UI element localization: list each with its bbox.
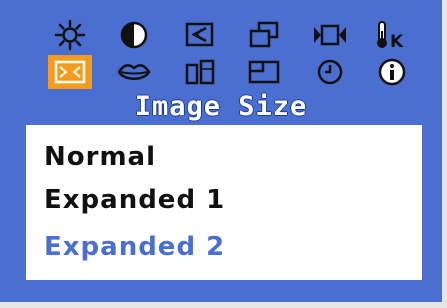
lips-icon[interactable]: [112, 55, 156, 89]
size-icon[interactable]: [242, 18, 286, 52]
video-input-icon[interactable]: [308, 18, 352, 52]
option-normal[interactable]: Normal: [44, 142, 156, 172]
split-icon[interactable]: [178, 55, 222, 89]
option-expanded-1[interactable]: Expanded 1: [44, 185, 225, 215]
brightness-icon[interactable]: [48, 18, 92, 52]
osd-menu: K Image Size Normal Expanded 1 Expanded …: [0, 0, 447, 308]
options-list: Normal Expanded 1 Expanded 2: [26, 125, 422, 280]
information-icon[interactable]: [370, 55, 414, 89]
color-temperature-icon[interactable]: K: [370, 18, 414, 52]
position-icon[interactable]: [178, 18, 222, 52]
clock-icon[interactable]: [308, 55, 352, 89]
window-icon[interactable]: [242, 55, 286, 89]
image-size-icon[interactable]: [48, 55, 92, 89]
option-expanded-2[interactable]: Expanded 2: [44, 232, 225, 262]
contrast-icon[interactable]: [112, 18, 156, 52]
svg-text:K: K: [390, 32, 404, 51]
menu-title: Image Size: [134, 91, 308, 122]
